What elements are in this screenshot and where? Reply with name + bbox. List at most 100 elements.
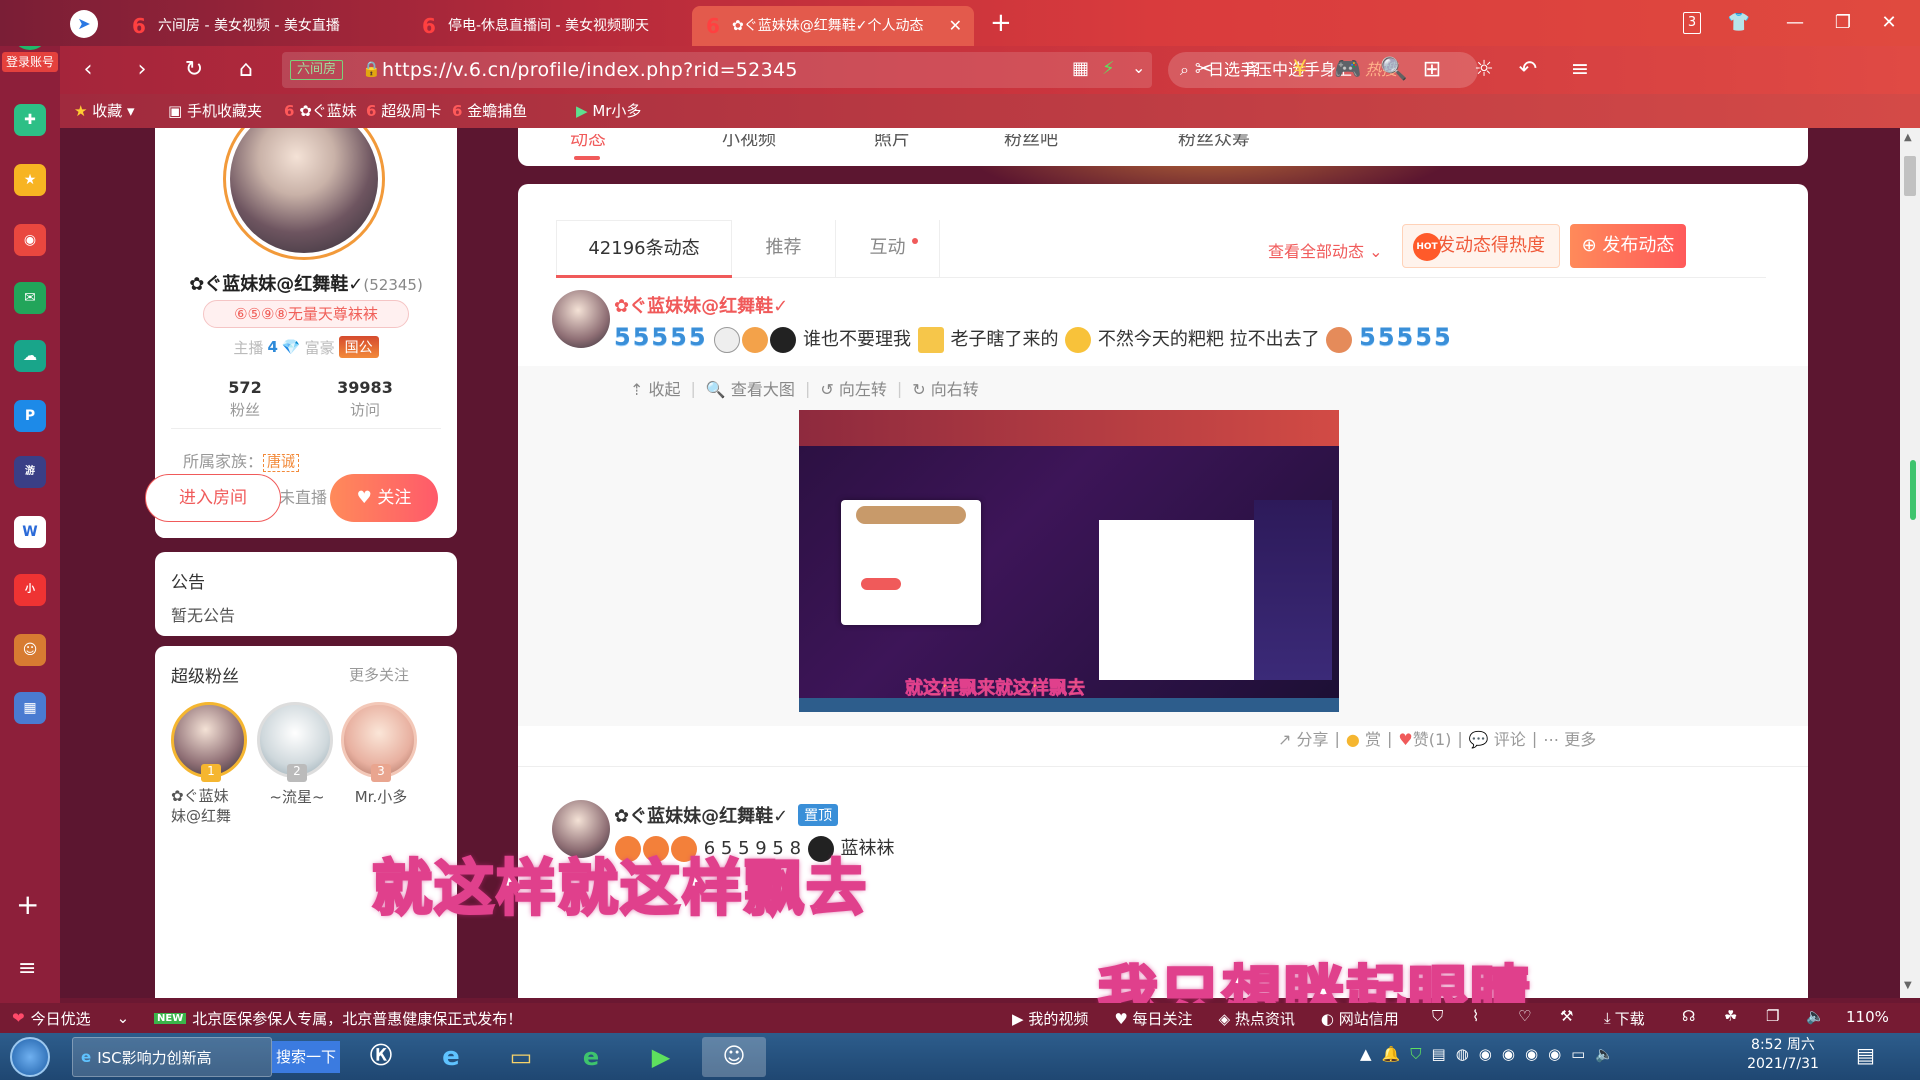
post-author[interactable]: ✿ぐ蓝妹妹@红舞鞋✓ 置顶 xyxy=(614,802,839,828)
post-avatar[interactable] xyxy=(552,290,610,348)
scroll-down-icon[interactable]: ▼ xyxy=(1904,980,1912,991)
sidebar-plus-icon[interactable]: + xyxy=(16,888,39,921)
tab-crowdfunding[interactable]: 粉丝众筹 xyxy=(1178,134,1250,154)
new-tab-button[interactable]: + xyxy=(990,8,1012,38)
tab-fan-bar[interactable]: 粉丝吧 xyxy=(1004,134,1058,154)
shield-icon[interactable]: ⛉ xyxy=(1432,1007,1443,1025)
clock[interactable]: 8:52 周六 2021/7/31 xyxy=(1738,1036,1828,1074)
news-ticker[interactable]: NEW 北京医保参保人专属，北京普惠健康保正式发布！ xyxy=(154,1003,522,1033)
minimize-icon[interactable]: — xyxy=(1772,6,1818,40)
restore-icon[interactable]: ❐ xyxy=(1820,6,1866,40)
more-follow-link[interactable]: 更多关注 xyxy=(349,664,409,685)
close-tab-icon[interactable]: ✕ xyxy=(949,6,962,46)
site-credit-link[interactable]: ◐ 网站信用 xyxy=(1321,1008,1399,1029)
tab-liujianfang[interactable]: 6 六间房 - 美女视频 - 美女直播 xyxy=(118,6,398,46)
fan-item[interactable]: 1 ✿ぐ蓝妹妹@红舞 xyxy=(171,702,251,826)
bookmark-lanmei[interactable]: 6 ✿ぐ蓝妹 xyxy=(284,94,357,128)
taskbar-folder-icon[interactable]: ▭ xyxy=(492,1037,550,1077)
broom-icon[interactable]: ⚒ xyxy=(1560,1007,1573,1025)
tab-interact[interactable]: 互动 xyxy=(836,220,940,278)
sidebar-game-icon[interactable]: 游 xyxy=(14,456,46,488)
qr-icon[interactable]: ▦ xyxy=(1072,58,1089,79)
tab-dynamics[interactable]: 动态 xyxy=(570,134,606,154)
bookmark-mobile[interactable]: ▣ 手机收藏夹 xyxy=(168,94,262,128)
tab-live-room[interactable]: 6 停电-休息直播间 - 美女视频聊天 xyxy=(408,6,688,46)
share-button[interactable]: ↗ 分享 xyxy=(1278,726,1329,750)
taskbar-ie-icon[interactable]: e xyxy=(422,1037,480,1077)
daily-pick[interactable]: ❤ 今日优选 ⌄ xyxy=(12,1003,129,1033)
hot-news-link[interactable]: ◈ 热点资讯 xyxy=(1219,1008,1295,1029)
avatar[interactable] xyxy=(223,128,385,260)
chart-icon[interactable]: ⌇ xyxy=(1472,1007,1479,1025)
magnifier-icon[interactable]: 🔍 xyxy=(1378,54,1410,86)
post-image[interactable]: 就这样飘来就这样飘去 xyxy=(799,410,1339,712)
bookmark-weekly-card[interactable]: 6 超级周卡 xyxy=(366,94,441,128)
sidebar-weibo-icon[interactable]: ◉ xyxy=(14,224,46,256)
tray-shield-icon[interactable]: ⛉ xyxy=(1410,1045,1421,1063)
chevron-down-icon[interactable]: ⌄ xyxy=(1132,58,1145,77)
bookmark-mr-xiaoduo[interactable]: ▶ Mr小多 xyxy=(576,94,641,128)
lightning-icon[interactable]: ⚡ xyxy=(1102,58,1115,79)
hot-post-button[interactable]: HOT 发动态得热度 xyxy=(1402,224,1560,268)
tray-network-icon[interactable]: ▭ xyxy=(1571,1045,1585,1063)
bookmark-favorites[interactable]: ★ 收藏 ▾ xyxy=(74,94,135,128)
gamepad-icon[interactable]: 🎮 xyxy=(1332,54,1364,86)
menu-icon[interactable]: ≡ xyxy=(1564,54,1596,86)
home-icon[interactable]: ⌂ xyxy=(230,54,262,86)
post-author[interactable]: ✿ぐ蓝妹妹@红舞鞋✓ xyxy=(614,292,788,318)
sidebar-p-icon[interactable]: P xyxy=(14,400,46,432)
translate-icon[interactable]: 译 xyxy=(1236,54,1268,86)
login-account-button[interactable]: 登录账号 xyxy=(2,52,58,72)
publish-post-button[interactable]: ⊕ 发布动态 xyxy=(1570,224,1686,268)
view-all-dynamics[interactable]: 查看全部动态 ⌄ xyxy=(1268,238,1383,262)
sidebar-add-icon[interactable]: ✚ xyxy=(14,104,46,136)
sidebar-doc-icon[interactable]: W xyxy=(14,516,46,548)
download-button[interactable]: ⤓ 下载 xyxy=(1604,1003,1645,1033)
start-button[interactable] xyxy=(10,1037,50,1077)
coin-icon[interactable]: ¥ xyxy=(1284,54,1316,86)
scissors-icon[interactable]: ✂ xyxy=(1188,54,1220,86)
tab-recommend[interactable]: 推荐 xyxy=(732,220,836,278)
window-icon[interactable]: ❐ xyxy=(1766,1007,1779,1025)
tab-short-video[interactable]: 小视频 xyxy=(722,134,776,154)
tray-doc-icon[interactable]: ▤ xyxy=(1432,1045,1446,1063)
tray-volume-icon[interactable]: 🔈 xyxy=(1595,1045,1614,1063)
back-icon[interactable]: ‹ xyxy=(72,54,104,86)
taskbar-app-icon[interactable]: ☺ xyxy=(702,1037,766,1077)
sidebar-avatar-icon[interactable]: ☺ xyxy=(14,634,46,666)
sidebar-star-icon[interactable]: ★ xyxy=(14,164,46,196)
sidebar-red-icon[interactable]: 小 xyxy=(14,574,46,606)
notification-icon[interactable]: ▤ xyxy=(1856,1043,1875,1067)
send-icon[interactable]: ➤ xyxy=(70,10,98,38)
scroll-thumb[interactable] xyxy=(1904,156,1916,196)
comment-button[interactable]: 💬 评论 xyxy=(1469,726,1526,750)
side-handle[interactable] xyxy=(1910,460,1916,520)
tray-up-icon[interactable]: ▲ xyxy=(1360,1045,1372,1063)
family-badge[interactable]: 唐诚 xyxy=(263,454,300,472)
tab-count-badge[interactable]: 3 xyxy=(1683,12,1701,34)
tray-bell-icon[interactable]: 🔔 xyxy=(1382,1045,1401,1063)
tab-profile[interactable]: 6 ✿ぐ蓝妹妹@红舞鞋✓个人动态 ✕ xyxy=(692,6,974,46)
taskbar-browser-icon[interactable]: e xyxy=(562,1037,620,1077)
daily-follow-link[interactable]: ♥ 每日关注 xyxy=(1114,1008,1192,1029)
sidebar-city-icon[interactable]: ▦ xyxy=(14,692,46,724)
tab-all-dynamics[interactable]: 42196条动态 xyxy=(556,220,732,278)
apps-grid-icon[interactable]: ⊞ xyxy=(1416,54,1448,86)
reward-button[interactable]: ● 赏 xyxy=(1346,726,1381,750)
vertical-scrollbar[interactable]: ▲ ▼ xyxy=(1900,128,1920,998)
tray-qq2-icon[interactable]: ◉ xyxy=(1502,1045,1515,1063)
stat-fans[interactable]: 572 粉丝 xyxy=(185,378,305,420)
my-video-link[interactable]: ▶ 我的视频 xyxy=(1012,1008,1088,1029)
refresh-icon[interactable]: ↻ xyxy=(178,54,210,86)
tray-qq-icon[interactable]: ◉ xyxy=(1479,1045,1492,1063)
enter-room-button[interactable]: 进入房间 xyxy=(145,474,281,522)
like-button[interactable]: ♥赞(1) xyxy=(1398,726,1451,750)
heart-outline-icon[interactable]: ♡ xyxy=(1518,1007,1531,1025)
scroll-up-icon[interactable]: ▲ xyxy=(1904,132,1912,143)
headset-icon[interactable]: ☊ xyxy=(1682,1007,1695,1025)
rotate-right-button[interactable]: ↻ 向右转 xyxy=(912,376,979,400)
stat-visits[interactable]: 39983 访问 xyxy=(305,378,425,420)
undo-icon[interactable]: ↶ xyxy=(1512,54,1544,86)
taskbar-player-icon[interactable]: ▶ xyxy=(632,1037,690,1077)
rotate-left-button[interactable]: ↺ 向左转 xyxy=(820,376,887,400)
